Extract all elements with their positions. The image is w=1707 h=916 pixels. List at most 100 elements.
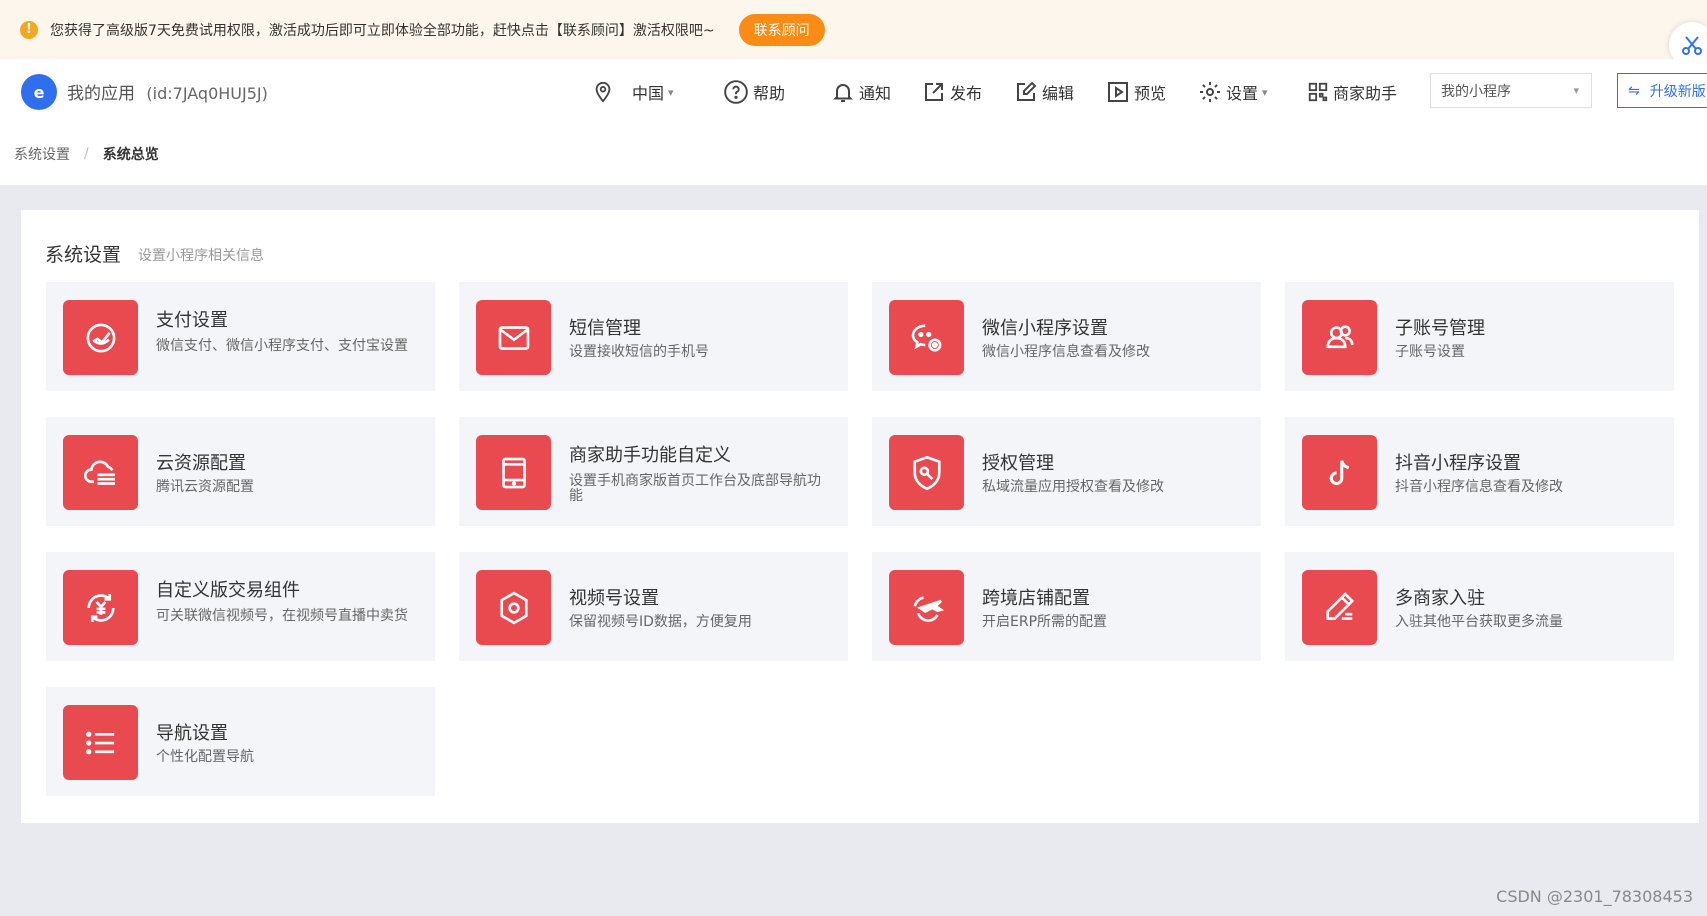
edit-label: 编辑 <box>1042 84 1075 103</box>
wechat-settings-icon <box>889 300 964 375</box>
cloud-icon <box>63 435 138 510</box>
tile-cross-border-store[interactable]: 跨境店铺配置 开启ERP所需的配置 <box>872 552 1261 661</box>
swap-icon: ⇋ <box>1628 82 1640 99</box>
users-icon <box>1302 300 1377 375</box>
notice-message: 您获得了高级版7天免费试用权限，激活成功后即可立即体验全部功能，赶快点击【联系顾… <box>50 22 715 39</box>
tile-title: 视频号设置 <box>569 588 659 609</box>
tile-title: 子账号管理 <box>1395 318 1485 339</box>
panel-subtitle: 设置小程序相关信息 <box>138 248 264 264</box>
tile-custom-trade-component[interactable]: 自定义版交易组件 可关联微信视频号，在视频号直播中卖货 <box>46 552 435 661</box>
tile-desc: 个性化配置导航 <box>156 749 254 765</box>
list-icon <box>63 705 138 780</box>
tile-video-channel[interactable]: 视频号设置 保留视频号ID数据，方便复用 <box>459 552 848 661</box>
yuan-exchange-icon <box>63 570 138 645</box>
chevron-down-icon: ▾ <box>1262 85 1268 99</box>
tile-title: 商家助手功能自定义 <box>569 445 731 466</box>
merchant-assistant-label: 商家助手 <box>1333 84 1398 103</box>
help-icon <box>723 79 749 105</box>
program-select-value: 我的小程序 <box>1441 83 1511 100</box>
play-preview-icon <box>1106 80 1130 104</box>
tile-authorization[interactable]: 授权管理 私域流量应用授权查看及修改 <box>872 417 1261 526</box>
shield-key-icon <box>889 435 964 510</box>
tile-title: 跨境店铺配置 <box>982 588 1090 609</box>
tile-title: 微信小程序设置 <box>982 318 1108 339</box>
nav-preview[interactable]: 预览 <box>1106 77 1166 107</box>
app-title: 我的应用 (id:7JAq0HUJ5J) <box>67 79 268 104</box>
tile-title: 导航设置 <box>156 723 228 744</box>
notify-label: 通知 <box>859 84 892 103</box>
settings-label: 设置 <box>1226 84 1259 103</box>
tablet-icon <box>476 435 551 510</box>
tile-desc: 保留视频号ID数据，方便复用 <box>569 614 752 630</box>
tile-title: 自定义版交易组件 <box>156 580 300 601</box>
breadcrumb-separator: / <box>84 145 89 162</box>
breadcrumb-current: 系统总览 <box>102 146 159 163</box>
app-id: (id:7JAq0HUJ5J) <box>146 84 268 103</box>
nav-help[interactable]: 帮助 <box>723 77 785 107</box>
tile-desc: 子账号设置 <box>1395 344 1465 360</box>
tile-desc: 可关联微信视频号，在视频号直播中卖货 <box>156 608 408 624</box>
app-name: 我的应用 <box>67 84 135 104</box>
nav-merchant-assistant[interactable]: 商家助手 <box>1307 77 1397 107</box>
panel-title: 系统设置 <box>45 244 122 266</box>
settings-panel: 系统设置 设置小程序相关信息 支付设置 微信支付、微信小程序支付、支付宝设置 短… <box>21 210 1699 823</box>
tile-sub-accounts[interactable]: 子账号管理 子账号设置 <box>1285 282 1674 391</box>
tile-douyin-miniprogram[interactable]: 抖音小程序设置 抖音小程序信息查看及修改 <box>1285 417 1674 526</box>
pen-edit-icon <box>1302 570 1377 645</box>
tile-desc: 抖音小程序信息查看及修改 <box>1395 479 1563 495</box>
tiktok-icon <box>1302 435 1377 510</box>
help-label: 帮助 <box>753 84 786 103</box>
tile-desc: 私域流量应用授权查看及修改 <box>982 479 1164 495</box>
tile-desc: 微信小程序信息查看及修改 <box>982 344 1150 360</box>
tile-title: 短信管理 <box>569 318 641 339</box>
tile-navigation-settings[interactable]: 导航设置 个性化配置导航 <box>46 687 435 796</box>
tile-desc: 开启ERP所需的配置 <box>982 614 1108 630</box>
trial-notice-bar: ! 您获得了高级版7天免费试用权限，激活成功后即可立即体验全部功能，赶快点击【联… <box>0 0 1707 59</box>
tile-title: 云资源配置 <box>156 453 246 474</box>
warning-icon: ! <box>20 20 38 39</box>
breadcrumb: 系统设置 / 系统总览 <box>0 122 1707 185</box>
region-label: 中国 <box>632 84 665 103</box>
tile-wechat-miniprogram[interactable]: 微信小程序设置 微信小程序信息查看及修改 <box>872 282 1261 391</box>
tile-multi-merchant[interactable]: 多商家入驻 入驻其他平台获取更多流量 <box>1285 552 1674 661</box>
tile-title: 多商家入驻 <box>1395 588 1485 609</box>
tile-sms-management[interactable]: 短信管理 设置接收短信的手机号 <box>459 282 848 391</box>
watermark: CSDN @2301_78308453 <box>1496 887 1693 906</box>
publish-icon <box>922 80 946 104</box>
mail-icon <box>476 300 551 375</box>
breadcrumb-parent[interactable]: 系统设置 <box>14 144 70 164</box>
payment-icon <box>63 300 138 375</box>
tile-payment-settings[interactable]: 支付设置 微信支付、微信小程序支付、支付宝设置 <box>46 282 435 391</box>
nav-edit[interactable]: 编辑 <box>1014 77 1074 107</box>
chevron-down-icon: ▾ <box>1573 84 1579 97</box>
contact-advisor-button[interactable]: 联系顾问 <box>738 13 825 46</box>
publish-label: 发布 <box>950 84 983 103</box>
tile-desc: 腾讯云资源配置 <box>156 479 254 495</box>
tile-desc: 设置手机商家版首页工作台及底部导航功能 <box>569 473 821 504</box>
tile-title: 抖音小程序设置 <box>1395 453 1521 474</box>
qrcode-icon <box>1307 81 1329 103</box>
edit-icon <box>1014 80 1038 104</box>
upgrade-button[interactable]: ⇋ 升级新版 <box>1617 73 1707 108</box>
plane-icon <box>889 570 964 645</box>
bell-icon <box>831 80 855 104</box>
preview-label: 预览 <box>1134 84 1167 103</box>
tile-desc: 微信支付、微信小程序支付、支付宝设置 <box>156 338 408 354</box>
tile-title: 授权管理 <box>982 453 1054 474</box>
top-header: e 我的应用 (id:7JAq0HUJ5J) 中国 ▾ 帮助 通知 发布 编辑 <box>0 59 1707 122</box>
upgrade-label: 升级新版 <box>1649 83 1706 100</box>
nav-settings[interactable]: 设置 ▾ <box>1198 77 1268 107</box>
location-pin-icon <box>592 81 614 103</box>
gear-icon <box>1198 80 1222 104</box>
program-select[interactable]: 我的小程序 ▾ <box>1430 73 1592 108</box>
nav-region[interactable]: 中国 ▾ <box>592 77 674 107</box>
chevron-down-icon: ▾ <box>668 85 674 99</box>
nav-notify[interactable]: 通知 <box>831 77 891 107</box>
tile-title: 支付设置 <box>156 310 228 331</box>
nav-publish[interactable]: 发布 <box>922 77 982 107</box>
tile-merchant-customize[interactable]: 商家助手功能自定义 设置手机商家版首页工作台及底部导航功能 <box>459 417 848 526</box>
hexagon-icon <box>476 570 551 645</box>
tile-desc: 设置接收短信的手机号 <box>569 344 709 360</box>
tile-desc: 入驻其他平台获取更多流量 <box>1395 614 1563 630</box>
tile-cloud-resources[interactable]: 云资源配置 腾讯云资源配置 <box>46 417 435 526</box>
